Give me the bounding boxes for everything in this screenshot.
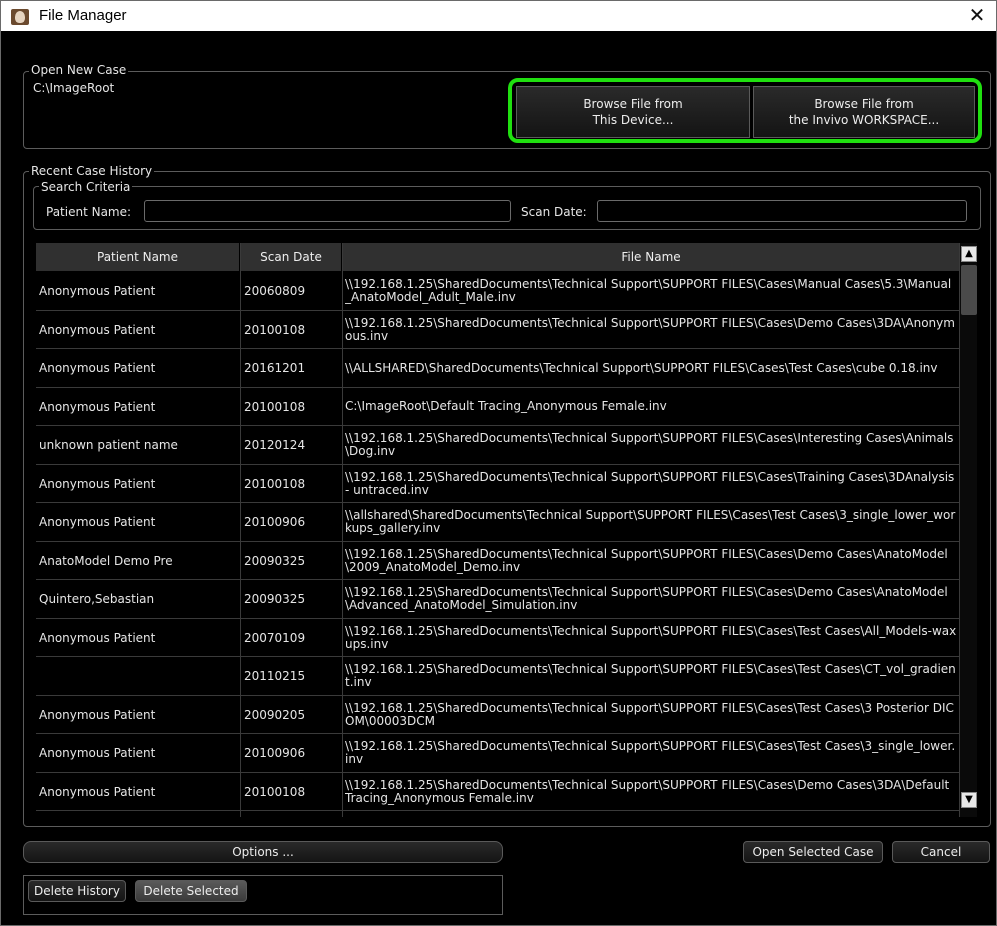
open-selected-case-button[interactable]: Open Selected Case — [743, 841, 883, 863]
scan-date-cell: 20100108 — [244, 399, 306, 414]
scan-date-cell: 20100108 — [244, 476, 306, 491]
col-header-scan-date[interactable]: Scan Date — [241, 243, 342, 271]
browse-device-line1: Browse File from — [583, 97, 683, 111]
table-header: Patient Name Scan Date File Name — [36, 243, 959, 271]
table-row[interactable]: Anonymous Patient 20070109 \\192.168.1.25\… — [36, 619, 959, 657]
scan-date-cell: 20090325 — [244, 592, 306, 606]
patient-name-cell: Anonymous Patient — [39, 515, 156, 529]
table-row[interactable]: Anonymous Patient 20100108 C:\ImageRoot\De… — [36, 388, 959, 426]
table-row[interactable]: Anonymous Patient 20100906 \\192.168.1.25\… — [36, 734, 959, 773]
file-manager-window: File Manager ✕ Open New Case C:\ImageRoo… — [0, 0, 997, 926]
browse-workspace-line1: Browse File from — [814, 97, 914, 111]
file-name-cell: \\192.168.1.25\SharedDocuments\Technical… — [345, 623, 957, 651]
scan-date-cell: 20120124 — [244, 438, 306, 452]
scan-date-cell: 20090325 — [244, 553, 306, 568]
scroll-thumb[interactable] — [961, 265, 977, 315]
patient-name-cell: Anonymous Patient — [39, 322, 156, 337]
scan-date-label: Scan Date: — [521, 205, 587, 219]
patient-name-label: Patient Name: — [46, 205, 132, 219]
patient-name-cell — [39, 657, 239, 695]
file-name-cell: \\192.168.1.25\SharedDocuments\Technical… — [345, 700, 954, 728]
table-row[interactable]: Anonymous Patient 20100906 \\allshared\Sha… — [36, 503, 959, 542]
table-scrollbar[interactable]: ▲ ▼ — [959, 243, 977, 817]
scan-date-cell: 20100906 — [244, 515, 306, 529]
case-history-table: Patient Name Scan Date File Name Anonymo… — [36, 243, 959, 817]
file-name-cell: \\192.168.1.25\SharedDocuments\Technical… — [345, 546, 948, 574]
scan-date-cell: 20161201 — [244, 361, 306, 375]
table-row[interactable]: AnatoModel Demo Pre 20090325 \\192.168.1.2… — [36, 542, 959, 580]
table-row[interactable]: Anonymous Patient 20060809 \\192.168.1.25\… — [36, 272, 959, 311]
window-title: File Manager — [39, 7, 127, 24]
col-header-file-name[interactable]: File Name — [343, 243, 959, 271]
search-criteria-legend: Search Criteria — [39, 180, 133, 194]
scan-date-cell: 20070109 — [244, 630, 306, 645]
file-name-cell: \\192.168.1.25\SharedDocuments\Technical… — [345, 662, 956, 689]
file-name-cell: C:\ImageRoot\Default Tracing_Anonymous F… — [345, 399, 667, 413]
options-button[interactable]: Options ... — [23, 841, 503, 863]
browse-device-line2: This Device... — [592, 113, 674, 127]
patient-name-input[interactable] — [144, 200, 511, 222]
scan-date-cell: 20090205 — [244, 707, 306, 722]
open-new-case-legend: Open New Case — [29, 63, 129, 77]
file-name-cell: \\allshared\SharedDocuments\Technical Su… — [345, 508, 956, 535]
current-path: C:\ImageRoot — [33, 81, 115, 95]
table-row[interactable]: unknown patient name 20120124 \\192.168.1.… — [36, 426, 959, 465]
table-row[interactable]: Anonymous Patient 20090205 \\192.168.1.25\… — [36, 696, 959, 734]
app-icon — [11, 9, 29, 25]
scan-date-cell: 20110215 — [244, 669, 306, 683]
title-bar: File Manager ✕ — [1, 1, 996, 31]
patient-name-cell: AnatoModel Demo Pre — [39, 553, 173, 568]
scroll-down-icon[interactable]: ▼ — [961, 792, 977, 808]
file-name-cell: \\192.168.1.25\SharedDocuments\Technical… — [345, 315, 955, 343]
scan-date-cell: 20100906 — [244, 746, 306, 760]
file-name-cell: \\192.168.1.25\SharedDocuments\Technical… — [345, 431, 954, 458]
file-name-cell: \\192.168.1.25\SharedDocuments\Technical… — [345, 585, 948, 612]
patient-name-cell: Quintero,Sebastian — [39, 592, 155, 606]
table-row[interactable]: Anonymous Patient 20100108 \\192.168.1.25\… — [36, 773, 959, 811]
browse-workspace-button[interactable]: Browse File from the Invivo WORKSPACE... — [753, 86, 975, 138]
patient-name-cell: Anonymous Patient — [39, 630, 156, 645]
scan-date-input[interactable] — [597, 200, 967, 222]
col-header-patient-name[interactable]: Patient Name — [36, 243, 240, 271]
patient-name-cell: Anonymous Patient — [39, 707, 156, 722]
browse-workspace-line2: the Invivo WORKSPACE... — [788, 113, 940, 127]
table-row[interactable]: Anonymous Patient 20100108 \\192.168.1.25\… — [36, 311, 959, 349]
patient-name-cell: unknown patient name — [39, 438, 178, 452]
table-row[interactable]: Anonymous Patient 20161201 \\ALLSHARED\Sha… — [36, 349, 959, 388]
patient-name-cell: Anonymous Patient — [39, 746, 156, 760]
browse-highlight: Browse File from This Device... Browse F… — [508, 78, 982, 143]
close-icon[interactable]: ✕ — [964, 4, 990, 28]
file-name-cell: \\192.168.1.25\SharedDocuments\Technical… — [345, 739, 956, 766]
table-row[interactable]: Anonymous Patient 20100108 \\192.168.1.25\… — [36, 465, 959, 503]
table-body: Anonymous Patient 20060809 \\192.168.1.25\… — [36, 272, 959, 811]
delete-selected-button[interactable]: Delete Selected — [135, 880, 247, 902]
file-name-cell: \\ALLSHARED\SharedDocuments\Technical Su… — [345, 360, 938, 375]
scan-date-cell: 20060809 — [244, 284, 306, 298]
file-name-cell: \\192.168.1.25\SharedDocuments\Technical… — [345, 777, 950, 805]
browse-device-button[interactable]: Browse File from This Device... — [516, 86, 750, 138]
patient-name-cell: Anonymous Patient — [39, 361, 156, 375]
table-row[interactable]: 20110215 \\192.168.1.25\SharedDocuments\T… — [36, 657, 959, 696]
scan-date-cell: 20100108 — [244, 784, 306, 799]
patient-name-cell: Anonymous Patient — [39, 284, 156, 298]
scan-date-cell: 20100108 — [244, 322, 306, 337]
patient-name-cell: Anonymous Patient — [39, 399, 156, 414]
file-name-cell: \\192.168.1.25\SharedDocuments\Technical… — [345, 277, 952, 304]
delete-history-button[interactable]: Delete History — [28, 880, 126, 902]
file-name-cell: \\192.168.1.25\SharedDocuments\Technical… — [345, 469, 955, 497]
recent-case-history-legend: Recent Case History — [29, 164, 155, 178]
table-row[interactable]: Quintero,Sebastian 20090325 \\192.168.1.25… — [36, 580, 959, 619]
patient-name-cell: Anonymous Patient — [39, 784, 156, 799]
patient-name-cell: Anonymous Patient — [39, 476, 156, 491]
cancel-button[interactable]: Cancel — [892, 841, 990, 863]
scroll-up-icon[interactable]: ▲ — [961, 246, 977, 262]
